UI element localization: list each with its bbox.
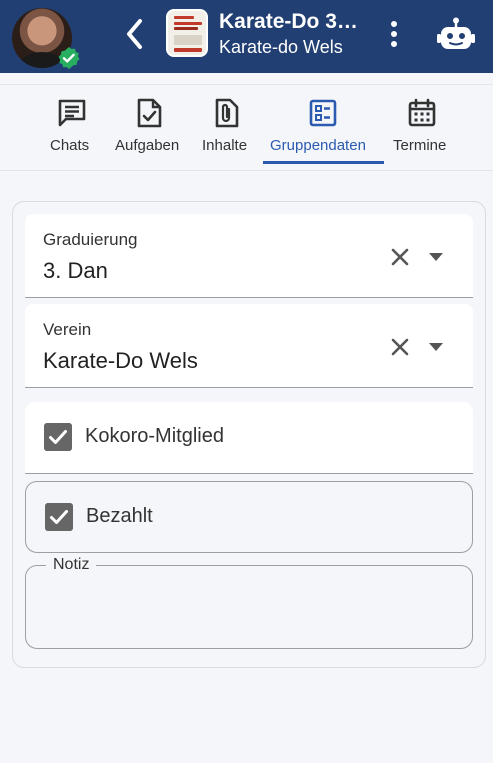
robot-icon[interactable] [436,17,476,53]
chat-icon [58,99,86,127]
app-header: Karate-Do 31… Karate-do Wels [0,0,493,73]
tab-termine[interactable]: Termine [390,85,454,165]
group-image[interactable] [166,9,208,57]
kokoro-checkbox[interactable] [44,423,72,451]
more-vertical-icon[interactable] [384,19,404,49]
notiz-field[interactable]: Notiz [25,556,473,649]
tab-chats-label: Chats [50,137,90,154]
tab-termine-label: Termine [393,137,447,154]
graduierung-value: 3. Dan [43,258,108,283]
task-check-icon [137,98,162,128]
tab-gruppendaten[interactable]: Gruppendaten [263,85,384,165]
graduierung-label: Graduierung [43,230,138,249]
tab-aufgaben[interactable]: Aufgaben [111,85,189,165]
tab-chats[interactable]: Chats [44,85,104,165]
bezahlt-checkbox[interactable] [45,503,73,531]
kokoro-checkbox-row[interactable]: Kokoro-Mitglied [25,402,473,474]
kokoro-label: Kokoro-Mitglied [85,425,224,447]
active-tab-indicator [263,161,384,164]
verein-label: Verein [43,320,92,339]
graduierung-select[interactable]: Graduierung 3. Dan [25,214,473,298]
bezahlt-label: Bezahlt [86,505,153,527]
verein-select[interactable]: Verein Karate-Do Wels [25,304,473,388]
bezahlt-checkbox-row[interactable]: Bezahlt [25,481,473,553]
tab-aufgaben-label: Aufgaben [115,137,180,154]
attachment-icon [215,98,239,128]
clear-icon[interactable] [387,334,413,360]
tab-inhalte[interactable]: Inhalte [199,85,257,165]
notiz-textarea[interactable] [40,580,458,638]
tab-gruppendaten-label: Gruppendaten [270,137,366,154]
dropdown-arrow-icon[interactable] [425,248,447,266]
verein-value: Karate-Do Wels [43,348,198,373]
chevron-left-icon[interactable] [120,16,150,52]
dropdown-arrow-icon[interactable] [425,338,447,356]
tab-bar: Chats Aufgaben Inhalte Gruppendaten Term… [0,84,493,171]
tab-inhalte-label: Inhalte [202,137,248,154]
group-subtitle: Karate-do Wels [219,37,343,57]
clear-icon[interactable] [387,244,413,270]
verified-badge-icon [58,47,80,69]
calendar-icon [408,98,436,127]
group-title[interactable]: Karate-Do 31… [219,10,367,34]
group-data-icon [309,99,337,127]
notiz-label: Notiz [46,556,97,574]
